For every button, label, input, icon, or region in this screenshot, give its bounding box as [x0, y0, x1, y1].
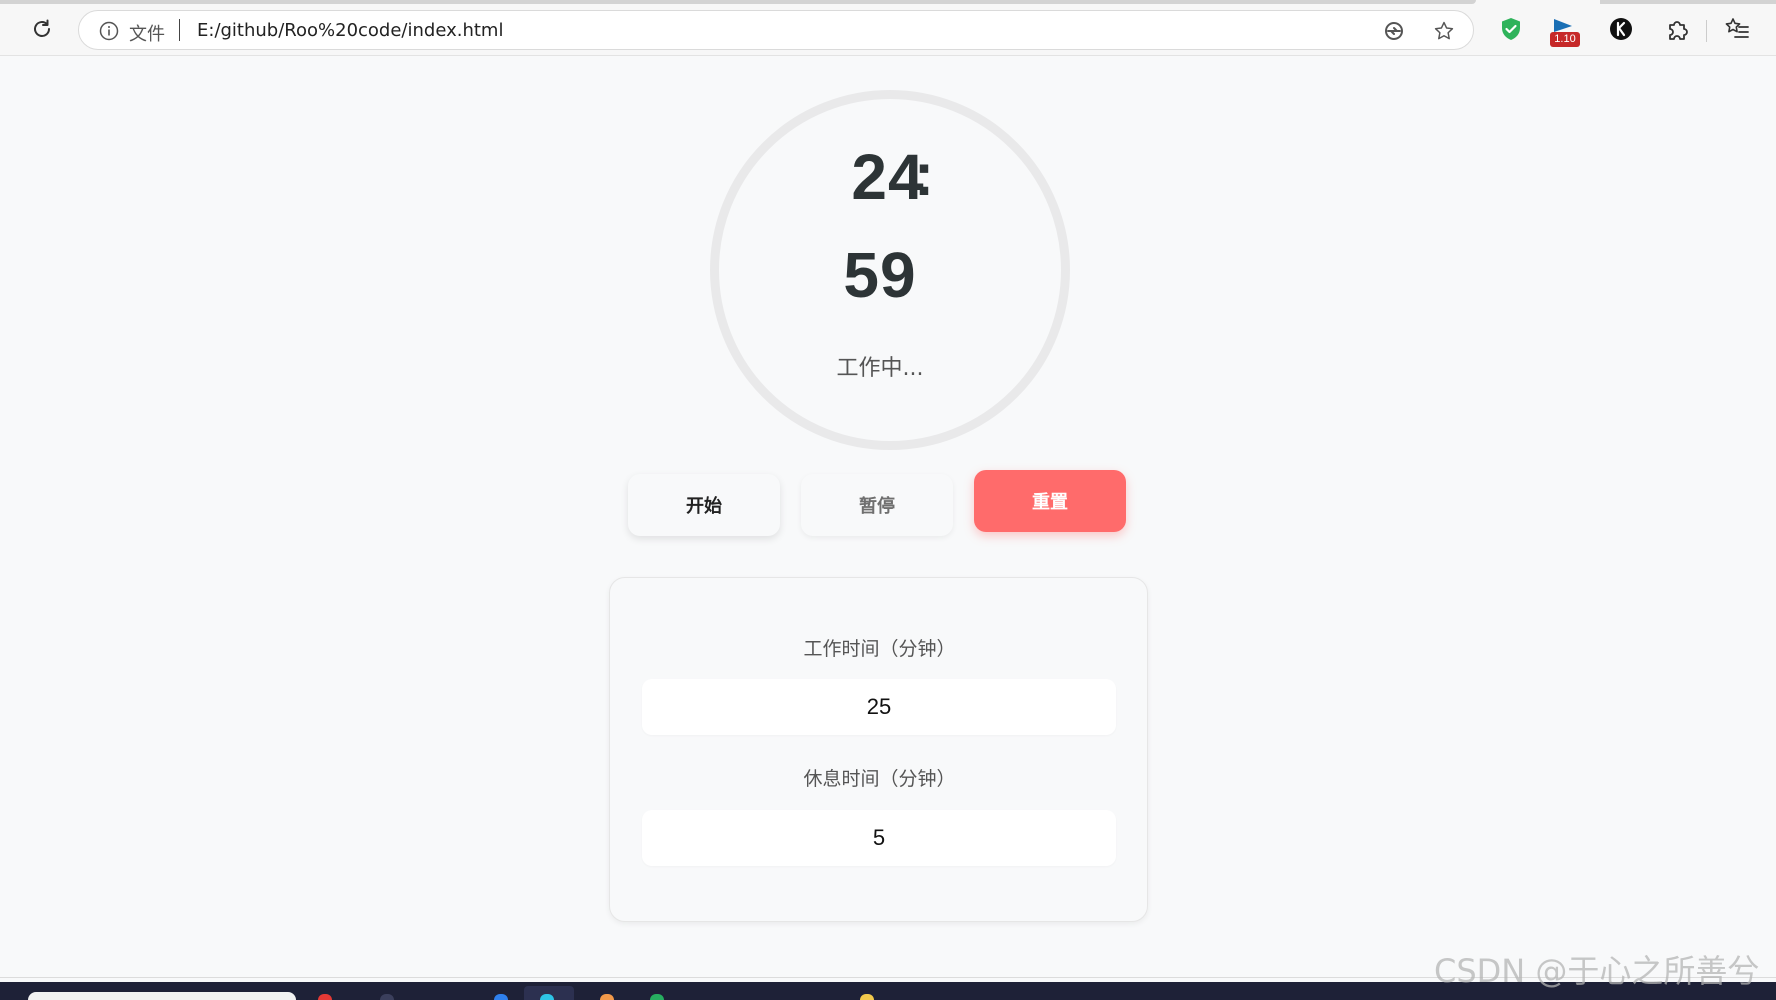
- star-icon[interactable]: [1433, 20, 1455, 42]
- browser-toolbar: 文件 E:/github/Roo%20code/index.html 1.10: [0, 0, 1776, 56]
- app-icon[interactable]: [650, 994, 664, 1000]
- shield-check-icon[interactable]: [1498, 16, 1524, 42]
- work-time-input[interactable]: [642, 679, 1116, 735]
- tab-strip-edge: [0, 0, 1476, 4]
- favorites-icon[interactable]: [1724, 16, 1750, 42]
- address-bar[interactable]: 文件 E:/github/Roo%20code/index.html: [78, 10, 1474, 50]
- tab-strip-edge-right: [1600, 0, 1776, 4]
- reload-icon: [34, 19, 50, 37]
- app-icon[interactable]: [600, 994, 614, 1000]
- toolbar-divider: [1706, 20, 1707, 42]
- break-time-label: 休息时间（分钟）: [803, 768, 956, 790]
- reload-button[interactable]: [24, 14, 60, 44]
- extension-badge: 1.10: [1550, 32, 1580, 47]
- url-text[interactable]: E:/github/Roo%20code/index.html: [197, 20, 503, 41]
- info-icon[interactable]: [99, 21, 119, 41]
- scheme-label: 文件: [129, 24, 165, 45]
- browser-app-icon[interactable]: [540, 994, 554, 1000]
- timer-minutes: 24: [851, 141, 925, 213]
- translate-icon[interactable]: [1383, 20, 1405, 42]
- break-time-input[interactable]: [642, 810, 1116, 866]
- timer-seconds: 59: [843, 239, 917, 311]
- pause-button[interactable]: 暂停: [801, 474, 953, 536]
- app-icon[interactable]: [860, 994, 874, 1000]
- k-circle-icon[interactable]: [1608, 16, 1634, 42]
- taskbar-search[interactable]: [28, 992, 296, 1000]
- start-button[interactable]: 开始: [628, 474, 780, 536]
- timer-status: 工作中...: [836, 356, 924, 381]
- work-time-label: 工作时间（分钟）: [803, 638, 956, 660]
- app-icon[interactable]: [494, 994, 508, 1000]
- settings-card: 工作时间（分钟） 休息时间（分钟）: [609, 577, 1148, 922]
- address-separator: [179, 19, 180, 41]
- flag-extension[interactable]: 1.10: [1548, 18, 1582, 48]
- reset-button[interactable]: 重置: [974, 470, 1126, 532]
- app-icon[interactable]: [318, 994, 332, 1000]
- watermark-text: CSDN @于心之所善兮: [1434, 952, 1760, 990]
- puzzle-icon[interactable]: [1664, 16, 1690, 42]
- app-icon[interactable]: [380, 994, 394, 1000]
- timer-colon: :: [914, 141, 934, 208]
